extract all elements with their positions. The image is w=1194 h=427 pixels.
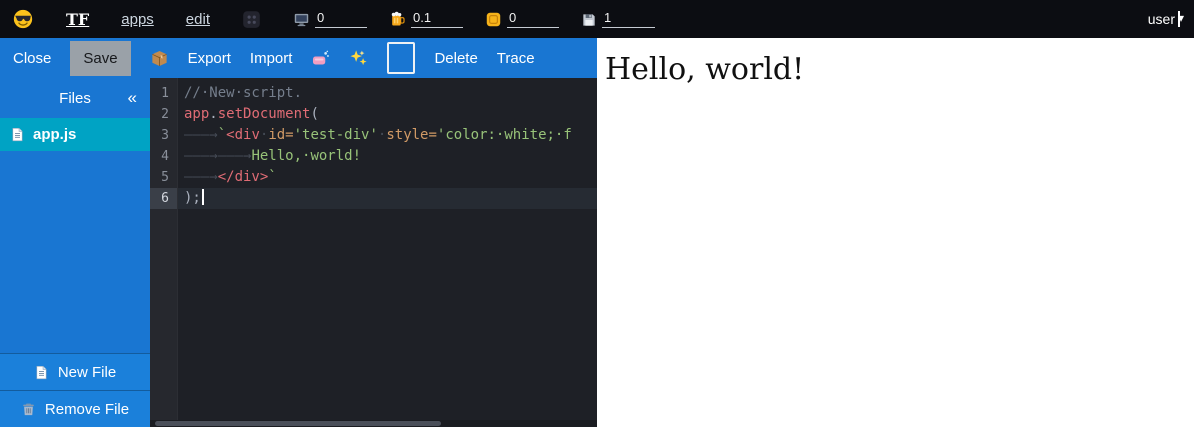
code-line[interactable]: );	[178, 188, 597, 209]
import-button[interactable]: Import	[250, 50, 293, 67]
gutter-line-number: 6	[150, 188, 177, 209]
logo-button[interactable]	[12, 8, 34, 30]
blank-button[interactable]	[387, 42, 415, 74]
file-item[interactable]: app.js	[0, 118, 150, 151]
stat-field[interactable]: 0.1	[389, 10, 463, 28]
code-line[interactable]: ———→`<div·id='test-div'·style='color:·wh…	[178, 125, 597, 146]
beer-icon	[389, 11, 406, 28]
stat-value: 1	[602, 10, 655, 28]
soap-icon	[311, 49, 330, 68]
trace-button[interactable]: Trace	[497, 50, 535, 67]
editor-toolbar: Close Save Export Import Delete Trace	[0, 38, 597, 78]
gutter-line-number: 3	[150, 125, 177, 146]
trash-icon	[21, 402, 36, 417]
nav-link-apps[interactable]: apps	[121, 11, 154, 28]
stat-field[interactable]: 1	[581, 10, 655, 28]
main-area: Close Save Export Import Delete Trace Fi…	[0, 38, 1194, 427]
file-icon	[10, 127, 25, 142]
topbar: TF apps edit 0 0.1 0 1 user ▾	[0, 0, 1194, 38]
code-line[interactable]: //·New·script.	[178, 83, 597, 104]
code-editor[interactable]: 123456 //·New·script.app.setDocument(———…	[150, 78, 597, 427]
save-button[interactable]: Save	[70, 41, 130, 76]
file-name: app.js	[33, 126, 76, 143]
sunglasses-icon	[12, 8, 34, 30]
gutter-line-number: 4	[150, 146, 177, 167]
text-cursor	[202, 189, 204, 205]
stat-field[interactable]: 0	[293, 10, 367, 28]
user-menu-button[interactable]: user ▾	[1148, 11, 1180, 27]
preview-pane: Hello, world!	[597, 38, 1194, 427]
stat-value: 0.1	[411, 10, 463, 28]
sparkles-button[interactable]	[349, 49, 368, 68]
file-list: app.js	[0, 118, 150, 151]
files-sidebar: Files « app.js New File Remove File	[0, 78, 150, 427]
new-file-button[interactable]: New File	[0, 353, 150, 390]
box-icon	[150, 49, 169, 68]
close-button[interactable]: Close	[13, 50, 51, 67]
brand-link[interactable]: TF	[66, 10, 89, 29]
scrollbar-thumb[interactable]	[155, 421, 441, 426]
files-header: Files «	[0, 78, 150, 118]
gutter-line-number: 1	[150, 83, 177, 104]
page-icon	[34, 365, 49, 380]
delete-button[interactable]: Delete	[434, 50, 477, 67]
nav-link-edit[interactable]: edit	[186, 11, 210, 28]
collapse-sidebar-button[interactable]: «	[128, 88, 137, 108]
gutter: 123456	[150, 78, 178, 427]
new-file-label: New File	[58, 364, 116, 381]
package-button[interactable]	[150, 49, 169, 68]
monitor-icon	[293, 11, 310, 28]
coin-icon	[485, 11, 502, 28]
floppy-icon	[581, 12, 597, 28]
clean-button[interactable]	[311, 49, 330, 68]
code-line[interactable]: app.setDocument(	[178, 104, 597, 125]
gutter-line-number: 2	[150, 104, 177, 125]
code-line[interactable]: ———→</div>`	[178, 167, 597, 188]
remove-file-button[interactable]: Remove File	[0, 390, 150, 427]
sidebar-bottom: New File Remove File	[0, 353, 150, 427]
code-lines[interactable]: //·New·script.app.setDocument(———→`<div·…	[178, 78, 597, 427]
export-button[interactable]: Export	[188, 50, 231, 67]
workspace: Files « app.js New File Remove File 12	[0, 78, 597, 427]
stat-field[interactable]: 0	[485, 10, 559, 28]
grid-icon	[242, 10, 261, 29]
remove-file-label: Remove File	[45, 401, 129, 418]
caret-down-icon: ▾	[1178, 11, 1180, 27]
stat-value: 0	[315, 10, 367, 28]
files-title: Files	[59, 90, 91, 107]
sparkles-icon	[349, 49, 368, 68]
grid-button[interactable]	[242, 10, 261, 29]
user-label: user	[1148, 11, 1175, 27]
gutter-line-number: 5	[150, 167, 177, 188]
code-line[interactable]: ———→———→Hello,·world!	[178, 146, 597, 167]
editor-pane: Close Save Export Import Delete Trace Fi…	[0, 38, 597, 427]
topbar-stats: 0 0.1 0 1	[293, 10, 655, 28]
horizontal-scrollbar[interactable]	[150, 420, 597, 427]
preview-text: Hello, world!	[605, 52, 1186, 87]
stat-value: 0	[507, 10, 559, 28]
